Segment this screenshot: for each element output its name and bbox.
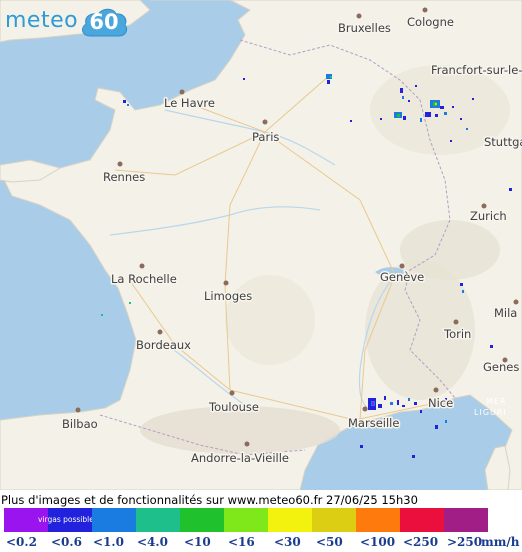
city-label: Nice (428, 396, 453, 410)
legend-label: <250 (403, 535, 439, 549)
city-label: Marseille (348, 416, 399, 430)
legend-swatch (312, 508, 356, 532)
legend-footer: Plus d'images et de fonctionnalités sur … (0, 490, 522, 552)
city-label: Le Havre (164, 96, 215, 110)
legend-swatch: virgas possibles (38, 508, 98, 532)
city-label: Limoges (204, 289, 252, 303)
legend-label: <30 (274, 535, 301, 549)
city-label: Toulouse (208, 400, 259, 414)
city-label: Bordeaux (136, 338, 191, 352)
legend-label: <4.0 (137, 535, 168, 549)
city-label: Genes (483, 360, 519, 374)
precipitation-legend-bar: virgas possibles (4, 508, 488, 532)
city-label: Mila (494, 306, 517, 320)
city-label: Paris (252, 130, 279, 144)
city-label: Rennes (103, 170, 145, 184)
legend-swatch (268, 508, 312, 532)
legend-label: <0.6 (51, 535, 82, 549)
precipitation-legend-labels: <0.2 <0.6 <1.0 <4.0 <10 <16 <30 <50 <100 <250 >250… (0, 535, 522, 551)
radar-map[interactable]: Bruxelles Cologne Francfort-sur-le- Le H… (0, 0, 522, 490)
city-label: Bruxelles (338, 21, 391, 35)
legend-label: <16 (228, 535, 255, 549)
sea-label: MER (486, 397, 507, 406)
city-label: Zurich (470, 209, 507, 223)
city-label: La Rochelle (111, 272, 177, 286)
meteo60-logo[interactable]: meteo 60 (0, 4, 132, 40)
legend-label: >250 (447, 535, 483, 549)
logo-badge-number: 60 (89, 10, 119, 34)
legend-label: <1.0 (93, 535, 124, 549)
legend-label: <0.2 (6, 535, 37, 549)
info-link-text[interactable]: Plus d'images et de fonctionnalités sur … (1, 493, 418, 507)
legend-label: <50 (316, 535, 343, 549)
city-label: Francfort-sur-le- (431, 63, 522, 77)
legend-swatch (400, 508, 444, 532)
map-canvas: Bruxelles Cologne Francfort-sur-le- Le H… (0, 0, 522, 490)
city-label: Cologne (407, 15, 454, 29)
legend-swatch (180, 508, 224, 532)
sea-label: LIGURI (474, 408, 507, 417)
city-label: Genève (380, 270, 424, 284)
city-label: Bilbao (62, 417, 98, 431)
legend-unit: mm/h (481, 535, 520, 549)
legend-swatch (92, 508, 136, 532)
legend-swatch (136, 508, 180, 532)
legend-label: <100 (360, 535, 396, 549)
city-label: Andorre-la-Vieille (191, 451, 289, 465)
city-label: Stuttga (484, 135, 522, 149)
legend-label: <10 (184, 535, 211, 549)
legend-swatch-note: virgas possibles (38, 515, 98, 524)
legend-swatch (444, 508, 488, 532)
logo-wordmark: meteo (5, 8, 79, 33)
legend-swatch (356, 508, 400, 532)
legend-swatch (224, 508, 268, 532)
city-label: Torin (443, 327, 471, 341)
